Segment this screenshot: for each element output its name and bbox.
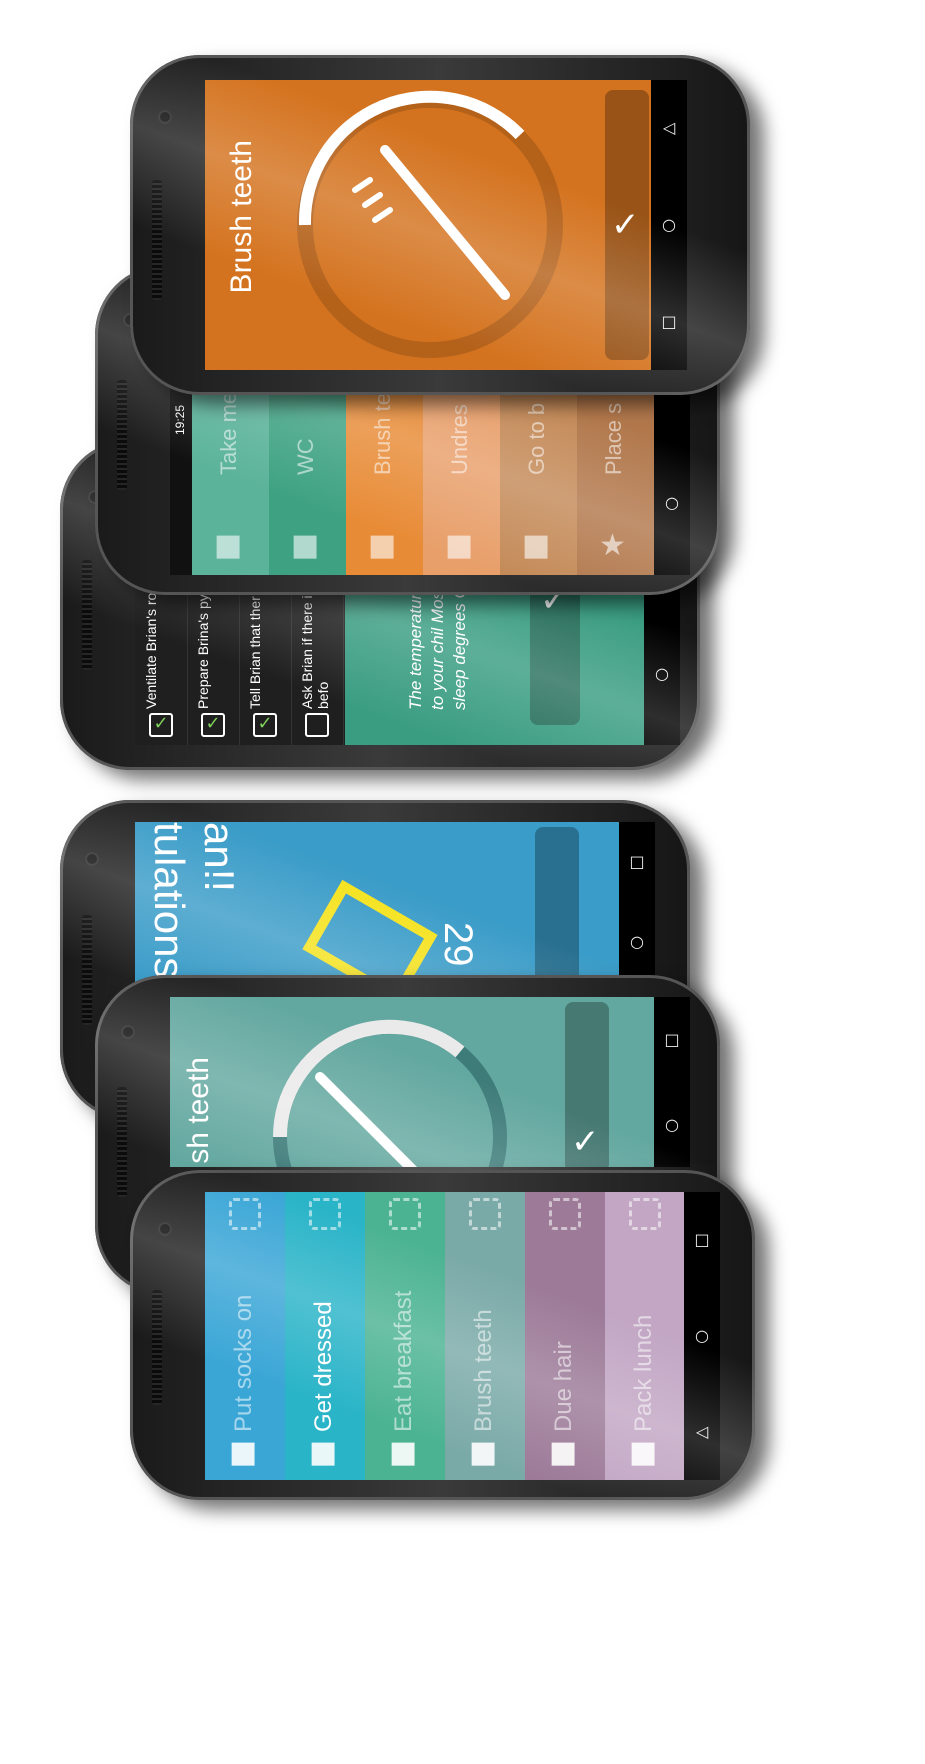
clothes-icon: ■: [445, 528, 474, 563]
phone-morning-routine: Put socks on ■ Get dressed ■ Eat breakfast ■ B…: [130, 1170, 755, 1500]
toothbrush-icon: [315, 1072, 418, 1167]
pill-icon: ■: [214, 528, 243, 563]
lunchbox-icon: ■: [629, 1435, 658, 1470]
brush-timer-screen: Brush teeth ✓ ◁ ○ □: [205, 80, 687, 370]
home-icon[interactable]: ○: [665, 494, 679, 511]
bed-icon: ■: [522, 528, 551, 563]
congrats-line-1: tulations: [146, 822, 193, 979]
nav-bar: □ ○: [619, 822, 655, 982]
toothbrush-icon: [352, 145, 510, 300]
home-icon[interactable]: ○: [662, 216, 676, 233]
toilet-icon: ■: [291, 528, 320, 563]
back-icon[interactable]: ◁: [663, 120, 675, 136]
checklist-checkbox[interactable]: ✓: [149, 713, 173, 737]
speaker-grille: [117, 1087, 127, 1197]
home-icon[interactable]: ○: [655, 665, 669, 682]
checklist-checkbox[interactable]: [305, 713, 329, 737]
checklist-checkbox[interactable]: ✓: [201, 713, 225, 737]
timer-ring: [272, 1019, 507, 1167]
routine-checkbox[interactable]: [629, 1198, 661, 1230]
routine-item[interactable]: Eat breakfast ■: [365, 1192, 445, 1480]
recents-icon[interactable]: □: [664, 1031, 679, 1048]
timer-ring: [297, 90, 563, 358]
hair-icon: ■: [549, 1435, 578, 1470]
score-number: 29: [436, 922, 480, 967]
phone-brush-timer: Brush teeth ✓ ◁ ○ □: [130, 55, 750, 395]
teal-brush-screen: sh teeth ✓ □ ○: [170, 997, 690, 1167]
checklist-checkbox[interactable]: ✓: [253, 713, 277, 737]
routine-item-label: Eat breakfast: [390, 1290, 417, 1432]
star-icon: ★: [599, 528, 626, 563]
recents-icon[interactable]: □: [694, 1232, 709, 1248]
front-camera: [158, 1222, 172, 1236]
sock-icon: ■: [229, 1435, 258, 1470]
routine-screen: Put socks on ■ Get dressed ■ Eat breakfast ■ B…: [205, 1192, 720, 1480]
speaker-grille: [117, 380, 127, 490]
nav-bar: □ ○: [654, 997, 690, 1167]
routine-item-label: Put socks on: [230, 1294, 257, 1432]
back-icon[interactable]: ◁: [696, 1424, 708, 1440]
done-button[interactable]: ✓: [565, 1002, 609, 1167]
shirt-icon: ■: [309, 1435, 338, 1470]
status-time: 19:25: [173, 405, 187, 436]
speaker-grille: [152, 180, 162, 300]
home-icon[interactable]: ○: [695, 1328, 709, 1344]
plate-icon: ■: [389, 1435, 418, 1470]
nav-bar: □ ○ ◁: [684, 1192, 720, 1480]
congrats-line-2: an!!: [196, 822, 243, 893]
recents-icon[interactable]: □: [661, 313, 676, 330]
home-icon[interactable]: ○: [630, 934, 644, 950]
speaker-grille: [82, 915, 92, 1025]
routine-checkbox[interactable]: [469, 1198, 501, 1230]
routine-checkbox[interactable]: [389, 1198, 421, 1230]
front-camera: [158, 110, 172, 124]
done-button[interactable]: ✓: [605, 90, 649, 360]
task-title: sh teeth: [182, 1057, 215, 1164]
check-icon: ✓: [571, 1122, 600, 1162]
recents-icon[interactable]: □: [629, 854, 644, 870]
nav-bar: ◁ ○ □: [651, 80, 687, 370]
task-title: Brush teeth: [225, 140, 258, 294]
speaker-grille: [82, 560, 92, 670]
routine-checkbox[interactable]: [549, 1198, 581, 1230]
trophy-icon: [302, 879, 438, 982]
routine-item[interactable]: Brush teeth ■: [445, 1192, 525, 1480]
timer-progress-arc: [298, 90, 525, 226]
routine-item-label: Pack lunch: [630, 1314, 657, 1432]
routine-item[interactable]: Due hair ■: [525, 1192, 605, 1480]
routine-item[interactable]: Get dressed ■: [285, 1192, 365, 1480]
routine-item-label: Brush teeth: [470, 1309, 497, 1432]
routine-item[interactable]: Put socks on ■: [205, 1192, 285, 1480]
done-button[interactable]: [535, 827, 579, 982]
routine-rows: Put socks on ■ Get dressed ■ Eat breakfast ■ B…: [205, 1192, 685, 1480]
routine-item-label: Get dressed: [310, 1301, 337, 1432]
routine-item[interactable]: Pack lunch ■: [605, 1192, 685, 1480]
home-icon[interactable]: ○: [665, 1116, 679, 1133]
check-icon: ✓: [611, 205, 640, 245]
toothbrush-icon: ■: [469, 1435, 498, 1470]
front-camera: [85, 852, 99, 866]
routine-checkbox[interactable]: [309, 1198, 341, 1230]
toothbrush-icon: ■: [368, 528, 397, 563]
front-camera: [121, 1025, 135, 1039]
speaker-grille: [152, 1290, 162, 1405]
routine-checkbox[interactable]: [229, 1198, 261, 1230]
routine-item-label: Due hair: [550, 1341, 577, 1432]
congrats-screen: tulations an!! 29 □ ○: [135, 822, 655, 982]
